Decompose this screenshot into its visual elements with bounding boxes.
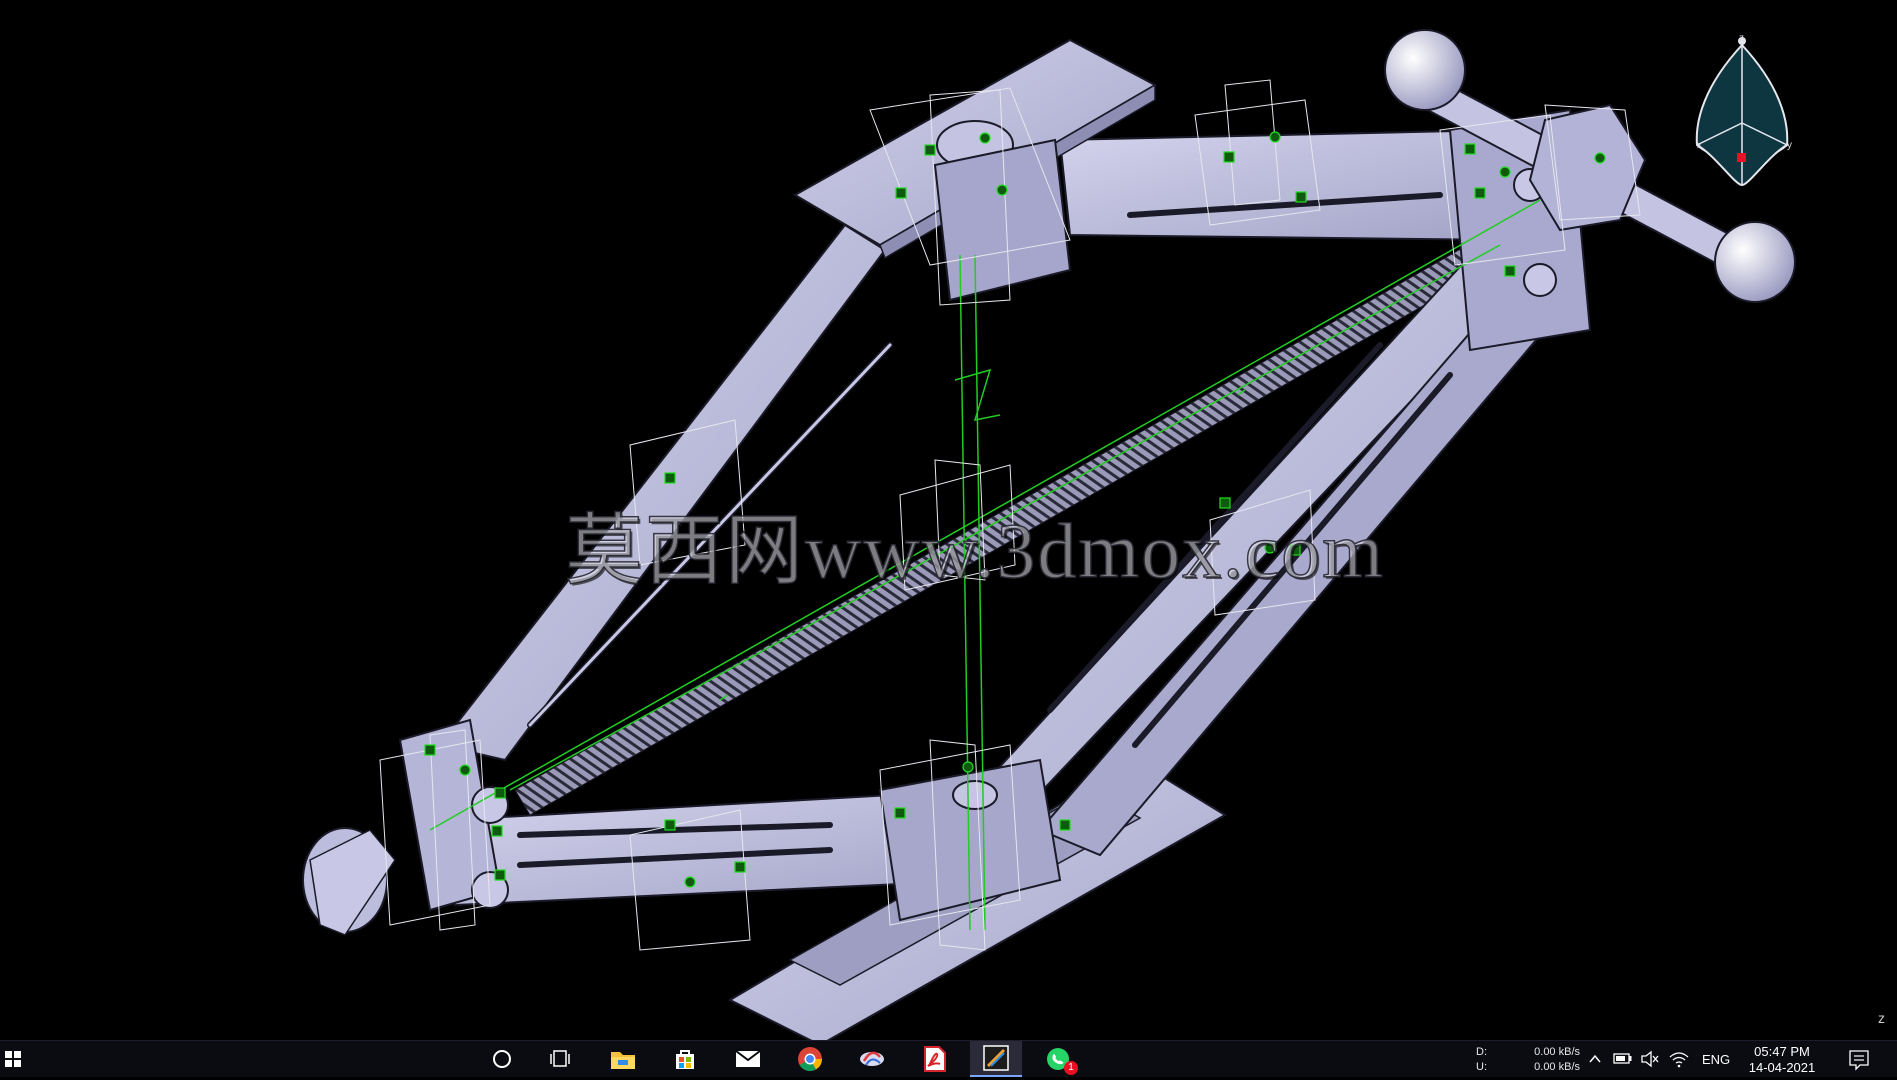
- start-button[interactable]: [0, 1041, 26, 1077]
- input-language-indicator[interactable]: ENG: [1702, 1052, 1730, 1067]
- upload-label: U:: [1476, 1061, 1487, 1073]
- chevron-up-icon: [1589, 1054, 1601, 1063]
- wifi-icon: [1669, 1052, 1689, 1068]
- screen-recorder-icon: [983, 1045, 1009, 1071]
- battery-button[interactable]: [1613, 1041, 1635, 1077]
- arm-upper: [1058, 128, 1512, 242]
- notification-icon: [1849, 1050, 1869, 1071]
- chrome-icon: [798, 1047, 822, 1072]
- taskbar-file-explorer[interactable]: [597, 1041, 649, 1077]
- battery-icon: [1613, 1053, 1632, 1064]
- windows-logo-icon: [5, 1051, 21, 1067]
- clock-time: 05:47 PM: [1754, 1044, 1810, 1059]
- taskbar-store[interactable]: [659, 1041, 711, 1077]
- taskbar-catia[interactable]: [846, 1041, 898, 1077]
- cad-3d-viewport[interactable]: z x y 莫西网www.3dmox.com z: [0, 0, 1897, 1040]
- acrobat-icon: [924, 1046, 946, 1072]
- compass-y-label: y: [1787, 140, 1792, 151]
- taskbar-screen-recorder[interactable]: [970, 1041, 1022, 1077]
- upload-speed: 0.00 kB/s: [1534, 1061, 1580, 1073]
- show-hidden-icons-button[interactable]: [1588, 1041, 1610, 1077]
- taskbar-chrome[interactable]: [784, 1041, 836, 1077]
- microsoft-store-icon: [676, 1050, 694, 1069]
- wifi-button[interactable]: [1668, 1041, 1692, 1077]
- download-speed: 0.00 kB/s: [1534, 1046, 1580, 1058]
- taskbar-whatsapp[interactable]: 1: [1032, 1041, 1084, 1077]
- system-clock[interactable]: 05:47 PM 14-04-2021: [1742, 1044, 1822, 1076]
- handle-ball-top: [1384, 29, 1466, 111]
- compass-x-label: x: [1697, 140, 1702, 151]
- volume-muted-icon: [1641, 1050, 1659, 1068]
- taskbar-mail[interactable]: [722, 1041, 774, 1077]
- mail-icon: [735, 1050, 761, 1067]
- scissor-jack-model[interactable]: [0, 0, 1897, 1040]
- taskbar-acrobat[interactable]: [909, 1041, 961, 1077]
- whatsapp-badge: 1: [1064, 1061, 1078, 1075]
- cortana-search-icon: [493, 1050, 511, 1068]
- compass-widget[interactable]: [1685, 35, 1800, 190]
- arm-right-lower: [958, 243, 1537, 832]
- network-speed-readout: D: 0.00 kB/s U: 0.00 kB/s: [1476, 1045, 1580, 1075]
- catia-icon: [860, 1051, 884, 1066]
- task-view-icon: [550, 1050, 570, 1067]
- compass-z-label: z: [1739, 33, 1744, 44]
- taskbar-search-button[interactable]: [476, 1041, 528, 1077]
- taskbar-task-view[interactable]: [535, 1041, 587, 1077]
- clock-date: 14-04-2021: [1748, 1060, 1816, 1075]
- volume-button[interactable]: [1640, 1041, 1662, 1077]
- axis-corner-mark: z: [1878, 1010, 1885, 1026]
- action-center-button[interactable]: [1848, 1041, 1878, 1077]
- file-explorer-icon: [611, 1052, 635, 1069]
- download-label: D:: [1476, 1046, 1487, 1058]
- windows-taskbar: 1 D: 0.00 kB/s U: 0.00 kB/s ENG 05:47 PM 1…: [0, 1040, 1897, 1077]
- handle-ball-right: [1714, 221, 1796, 303]
- arm-lower-left: [438, 223, 887, 762]
